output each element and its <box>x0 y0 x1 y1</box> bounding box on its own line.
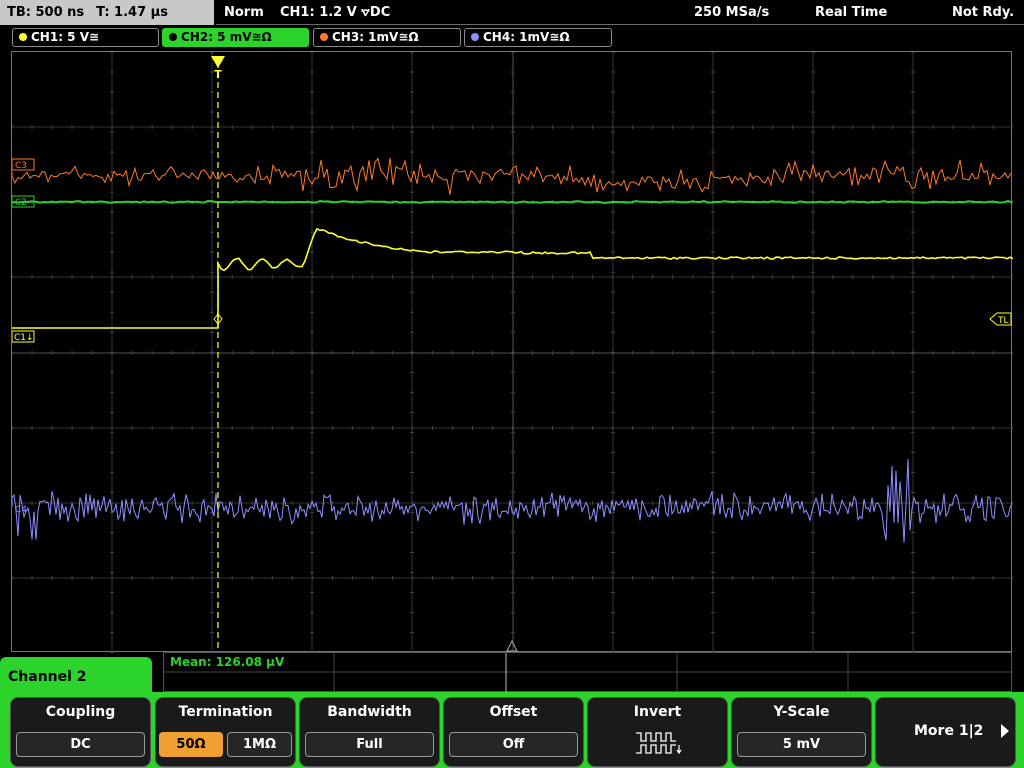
status-bar: TB: 500 ns T: 1.47 µs Norm CH1: 1.2 V ⦡DC… <box>0 0 1024 25</box>
bandwidth-softkey[interactable]: Bandwidth Full <box>299 697 440 767</box>
arrow-right-icon <box>1001 724 1009 738</box>
invert-softkey[interactable]: Invert <box>587 697 728 767</box>
trigger-position-marker: T <box>214 68 222 81</box>
offset-value[interactable]: Off <box>449 732 578 757</box>
waveform-display[interactable]: T C3 C2 C1↓ C4 TL <box>11 51 1013 653</box>
termination-1mohm-option[interactable]: 1MΩ <box>227 732 292 757</box>
trigger-level-marker: TL <box>997 316 1009 326</box>
ch4-dot-icon <box>471 33 479 41</box>
channel-menu-title: Channel 2 <box>0 657 152 697</box>
tab-ch4-label: CH4: 1mV≅Ω <box>483 30 570 44</box>
offset-title: Offset <box>489 704 538 720</box>
termination-title: Termination <box>178 704 273 720</box>
ch3-dot-icon <box>320 33 328 41</box>
ch2-dot-icon <box>169 33 177 41</box>
invert-waveform-icon <box>636 732 682 755</box>
ch4-waveform <box>12 458 1013 543</box>
sample-rate: 250 MSa/s <box>694 5 770 20</box>
tab-ch1-label: CH1: 5 V≅ <box>31 30 100 44</box>
measurement-grid <box>164 653 1013 693</box>
yscale-value[interactable]: 5 mV <box>737 732 866 757</box>
tab-ch1[interactable]: CH1: 5 V≅ <box>12 28 159 47</box>
ready-status: Not Rdy. <box>952 5 1015 20</box>
waveform-svg: T C3 C2 C1↓ C4 TL <box>12 52 1013 653</box>
acquisition-mode: Real Time <box>815 5 888 20</box>
center-marker-icon <box>506 639 518 652</box>
more-label: More 1|2 <box>914 723 984 739</box>
more-softkey[interactable]: More 1|2 <box>875 697 1016 767</box>
trigger-position-icon[interactable] <box>211 56 225 68</box>
status-divider <box>216 24 1024 25</box>
ch2-waveform <box>12 199 1013 205</box>
tab-ch4[interactable]: CH4: 1mV≅Ω <box>464 28 612 47</box>
graticule <box>12 52 1013 653</box>
trigger-mode[interactable]: Norm <box>224 0 264 25</box>
tab-ch3[interactable]: CH3: 1mV≅Ω <box>313 28 461 47</box>
offset-softkey[interactable]: Offset Off <box>443 697 584 767</box>
timebase-box[interactable]: TB: 500 ns T: 1.47 µs <box>0 0 214 25</box>
termination-softkey[interactable]: Termination 50Ω 1MΩ <box>155 697 296 767</box>
ch3-marker: C3 <box>15 161 27 171</box>
yscale-title: Y-Scale <box>773 704 830 720</box>
ch1-marker: C1↓ <box>14 333 34 343</box>
coupling-title: Coupling <box>45 704 116 720</box>
coupling-value[interactable]: DC <box>16 732 145 757</box>
trigger-time-value: T: 1.47 µs <box>96 5 168 20</box>
tab-ch3-label: CH3: 1mV≅Ω <box>332 30 419 44</box>
termination-50ohm-option[interactable]: 50Ω <box>159 732 223 757</box>
ch4-marker: C4 <box>15 505 27 515</box>
ch3-waveform <box>12 157 1012 195</box>
mean-measurement: Mean: 126.08 µV <box>170 655 285 669</box>
ch2-marker: C2 <box>15 198 27 208</box>
bandwidth-title: Bandwidth <box>327 704 412 720</box>
trigger-setting[interactable]: CH1: 1.2 V ⦡DC <box>280 0 390 25</box>
coupling-softkey[interactable]: Coupling DC <box>10 697 151 767</box>
yscale-softkey[interactable]: Y-Scale 5 mV <box>731 697 872 767</box>
ch1-dot-icon <box>19 33 27 41</box>
tab-ch2[interactable]: CH2: 5 mV≅Ω <box>162 28 309 47</box>
bandwidth-value[interactable]: Full <box>305 732 434 757</box>
measurement-panel: Mean: 126.08 µV <box>163 652 1013 693</box>
timebase-value: TB: 500 ns <box>7 5 85 20</box>
tab-ch2-label: CH2: 5 mV≅Ω <box>181 30 272 44</box>
invert-title: Invert <box>633 704 682 720</box>
